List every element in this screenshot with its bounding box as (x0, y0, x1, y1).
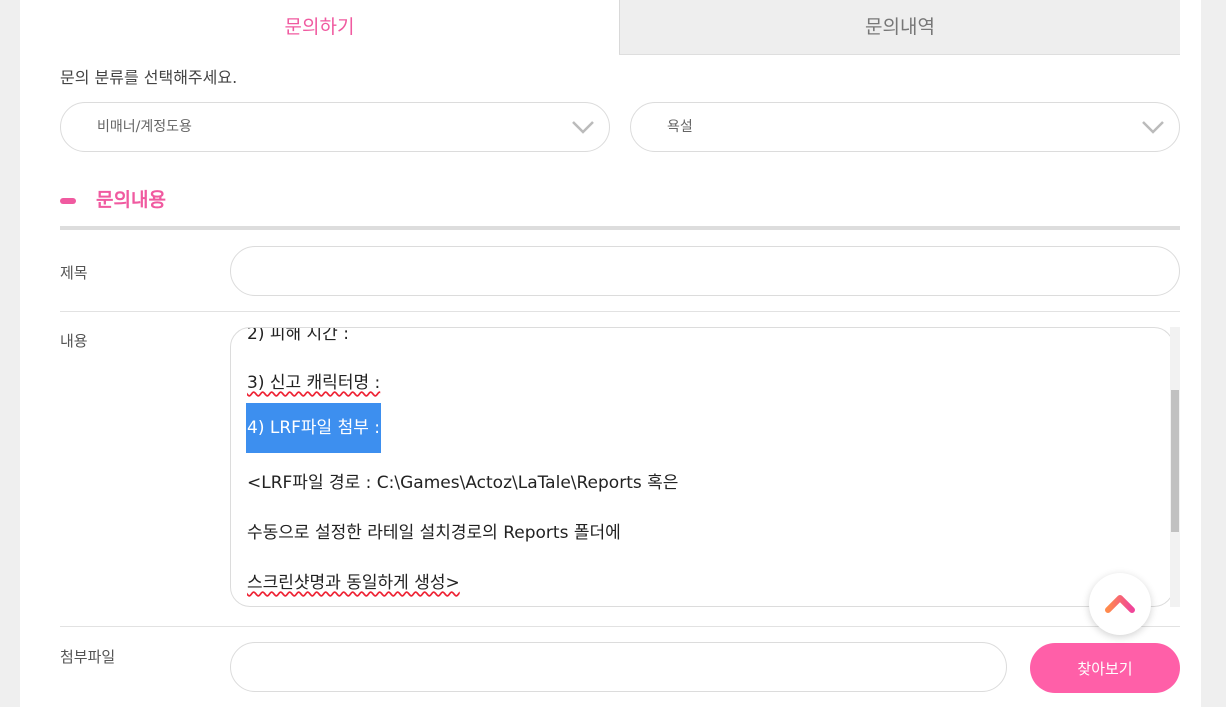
inquiry-page: 문의하기 문의내역 문의 분류를 선택해주세요. 비매너/계정도용 욕설 문의내… (20, 0, 1201, 707)
editor-scrollbar[interactable] (1170, 327, 1180, 607)
editor-scroll-thumb[interactable] (1171, 390, 1179, 532)
category-primary-select[interactable]: 비매너/계정도용 (60, 102, 610, 152)
editor-line: 수동으로 설정한 라테일 설치경로의 Reports 폴더에 (247, 523, 621, 543)
row-divider (60, 311, 1180, 312)
content-label: 내용 (60, 332, 88, 350)
editor-selected-line: 4) LRF파일 첨부 : (246, 403, 382, 453)
title-input[interactable] (230, 246, 1180, 296)
section-title: 문의내용 (96, 189, 166, 211)
editor-line: 2) 피해 시간 : (247, 327, 349, 344)
attach-file-input[interactable] (230, 642, 1007, 692)
tab-inquiry-history[interactable]: 문의내역 (619, 0, 1180, 55)
row-divider (60, 626, 1180, 627)
editor-line: 스크린샷명과 동일하게 생성> (247, 573, 460, 593)
editor-line: <LRF파일 경로 : C:\Games\Actoz\LaTale\Report… (247, 473, 679, 493)
chevron-up-icon (1105, 595, 1135, 613)
chevron-down-icon (1142, 121, 1164, 134)
section-dash-icon (60, 198, 76, 204)
content-editor[interactable]: 2) 피해 시간 : 3) 신고 캐릭터명 : 4) LRF파일 첨부 : <L… (230, 327, 1174, 607)
category-secondary-value: 욕설 (667, 119, 693, 135)
attach-label: 첨부파일 (60, 648, 116, 666)
chevron-down-icon (572, 121, 594, 134)
category-label: 문의 분류를 선택해주세요. (60, 68, 238, 87)
category-primary-value: 비매너/계정도용 (97, 119, 192, 135)
category-secondary-select[interactable]: 욕설 (630, 102, 1180, 152)
editor-line: 3) 신고 캐릭터명 : (247, 373, 381, 393)
tab-inquiry[interactable]: 문의하기 (20, 0, 619, 55)
tab-bar: 문의하기 문의내역 (20, 0, 1180, 55)
title-label: 제목 (60, 264, 88, 282)
section-divider (60, 226, 1180, 230)
scroll-top-button[interactable] (1089, 573, 1151, 635)
browse-button[interactable]: 찾아보기 (1030, 643, 1180, 693)
